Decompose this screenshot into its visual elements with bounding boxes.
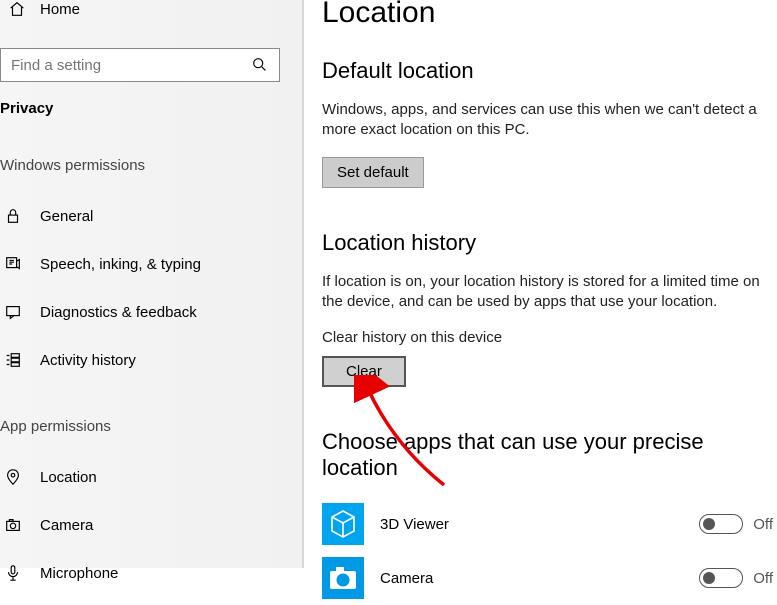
- sidebar-item-speech[interactable]: Speech, inking, & typing: [0, 240, 302, 288]
- sidebar-item-location[interactable]: Location: [0, 453, 302, 501]
- choose-apps-heading: Choose apps that can use your precise lo…: [322, 429, 773, 481]
- default-location-heading: Default location: [322, 58, 773, 84]
- sidebar-category-label: Privacy: [0, 100, 302, 135]
- content-pane: Location Default location Windows, apps,…: [322, 0, 777, 568]
- sidebar-item-general[interactable]: General: [0, 192, 302, 240]
- clear-button[interactable]: Clear: [322, 356, 406, 387]
- app-name: 3D Viewer: [380, 516, 449, 533]
- activity-icon: [4, 351, 22, 369]
- sidebar-item-activity-history[interactable]: Activity history: [0, 336, 302, 384]
- page-title: Location: [322, 0, 773, 30]
- settings-sidebar: Home Privacy Windows permissions General…: [0, 0, 304, 568]
- sidebar-item-home[interactable]: Home: [0, 0, 302, 24]
- app-row-3d-viewer: 3D Viewer Off: [322, 497, 773, 551]
- toggle-state: Off: [753, 570, 773, 587]
- sidebar-item-label: Activity history: [40, 352, 136, 369]
- sidebar-item-label: Speech, inking, & typing: [40, 256, 201, 273]
- sidebar-group-windows-permissions: Windows permissions: [0, 157, 302, 192]
- sidebar-item-label: Location: [40, 469, 97, 486]
- home-icon: [8, 0, 26, 18]
- location-icon: [4, 468, 22, 486]
- sidebar-item-label: Camera: [40, 517, 93, 534]
- default-location-body: Windows, apps, and services can use this…: [322, 100, 762, 139]
- location-history-heading: Location history: [322, 230, 773, 256]
- lock-icon: [4, 207, 22, 225]
- camera-icon: [4, 516, 22, 534]
- search-input-wrap[interactable]: [0, 48, 280, 82]
- sidebar-group-app-permissions: App permissions: [0, 418, 302, 453]
- app-row-camera: Camera Off: [322, 551, 773, 605]
- sidebar-item-microphone[interactable]: Microphone: [0, 549, 302, 597]
- set-default-button[interactable]: Set default: [322, 157, 424, 188]
- search-input[interactable]: [11, 57, 241, 74]
- sidebar-item-label: Diagnostics & feedback: [40, 304, 197, 321]
- search-icon: [251, 56, 269, 74]
- toggle-camera[interactable]: [699, 568, 743, 588]
- toggle-state: Off: [753, 516, 773, 533]
- sidebar-item-label: General: [40, 208, 93, 225]
- 3d-viewer-icon: [322, 503, 364, 545]
- clear-history-label: Clear history on this device: [322, 329, 773, 346]
- speech-icon: [4, 255, 22, 273]
- toggle-3d-viewer[interactable]: [699, 514, 743, 534]
- sidebar-item-label: Microphone: [40, 565, 118, 582]
- sidebar-item-camera[interactable]: Camera: [0, 501, 302, 549]
- feedback-icon: [4, 303, 22, 321]
- microphone-icon: [4, 564, 22, 582]
- app-name: Camera: [380, 570, 433, 587]
- home-label: Home: [40, 1, 80, 18]
- camera-app-icon: [322, 557, 364, 599]
- sidebar-item-diagnostics[interactable]: Diagnostics & feedback: [0, 288, 302, 336]
- location-history-body: If location is on, your location history…: [322, 272, 762, 311]
